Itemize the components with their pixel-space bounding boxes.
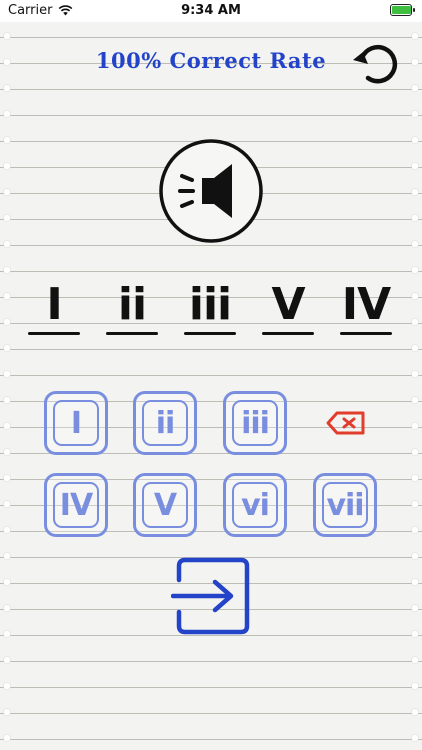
answer-glyph: I: [46, 279, 62, 330]
backspace-icon: [326, 411, 365, 435]
key-label: V: [142, 482, 188, 528]
answer-glyph: V: [271, 279, 305, 330]
key-iii[interactable]: iii: [223, 391, 287, 455]
answer-slot: ii: [100, 278, 164, 335]
status-time: 9:34 AM: [181, 3, 241, 18]
answer-slot: iii: [178, 278, 242, 335]
answer-underline: [106, 332, 158, 335]
status-right: [390, 4, 415, 16]
key-label: vii: [322, 482, 368, 528]
refresh-icon: [353, 44, 398, 84]
answer-slot: V: [256, 278, 320, 335]
answer-slot: I: [22, 278, 86, 335]
answer-underline: [340, 332, 392, 335]
key-label: iii: [232, 400, 278, 446]
delete-button[interactable]: [325, 409, 367, 437]
refresh-button[interactable]: [348, 38, 402, 90]
key-label: vi: [232, 482, 278, 528]
answer-underline: [28, 332, 80, 335]
right-margin: [408, 0, 422, 750]
key-i[interactable]: I: [44, 391, 108, 455]
key-label: IV: [53, 482, 99, 528]
key-ii[interactable]: ii: [133, 391, 197, 455]
answer-glyph: iii: [188, 279, 232, 330]
submit-arrow-icon: [170, 557, 250, 635]
play-sound-button[interactable]: [158, 138, 264, 244]
left-margin: [0, 0, 14, 750]
submit-button[interactable]: [170, 556, 253, 636]
status-bar: Carrier 9:34 AM: [0, 0, 422, 22]
key-v[interactable]: V: [133, 473, 197, 537]
answer-row: I ii iii V IV: [0, 278, 422, 348]
key-label: I: [53, 400, 99, 446]
key-vi[interactable]: vi: [223, 473, 287, 537]
key-vii[interactable]: vii: [313, 473, 377, 537]
answer-underline: [262, 332, 314, 335]
speaker-icon: [159, 139, 263, 243]
answer-slot: IV: [334, 278, 398, 335]
answer-underline: [184, 332, 236, 335]
key-iv[interactable]: IV: [44, 473, 108, 537]
answer-glyph: IV: [341, 279, 391, 330]
battery-fill: [392, 6, 411, 14]
key-label: ii: [142, 400, 188, 446]
answer-glyph: ii: [117, 279, 147, 330]
battery-icon: [390, 4, 415, 16]
